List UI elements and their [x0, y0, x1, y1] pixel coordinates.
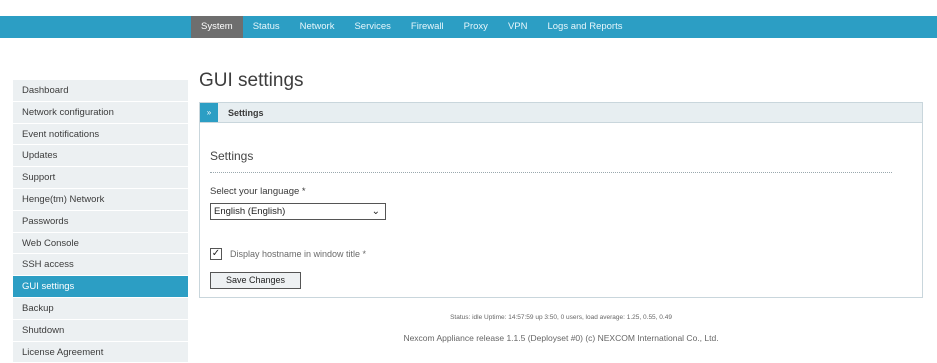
sidebar-item-event-notifications[interactable]: Event notifications [13, 123, 188, 146]
settings-panel: » Settings Settings Select your language… [199, 102, 923, 298]
status-line: Status: idle Uptime: 14:57:59 up 3:50, 0… [450, 314, 672, 321]
nav-tab-status[interactable]: Status [243, 16, 290, 38]
top-nav: System Status Network Services Firewall … [191, 16, 937, 38]
nav-tab-services[interactable]: Services [344, 16, 400, 38]
sidebar-item-dashboard[interactable]: Dashboard [13, 80, 188, 102]
top-menu-bar: System Status Network Services Firewall … [0, 16, 937, 38]
sidebar-item-shutdown[interactable]: Shutdown [13, 319, 188, 342]
sidebar: Dashboard Network configuration Event no… [13, 80, 188, 363]
sidebar-item-passwords[interactable]: Passwords [13, 210, 188, 233]
sidebar-item-ssh-access[interactable]: SSH access [13, 254, 188, 277]
panel-header-title: Settings [228, 107, 264, 118]
nav-tab-system[interactable]: System [191, 16, 243, 38]
sidebar-item-license-agreement[interactable]: License Agreement [13, 341, 188, 363]
language-select[interactable]: English (English) ⌄ [210, 203, 386, 220]
nav-tab-logs-and-reports[interactable]: Logs and Reports [537, 16, 632, 38]
nav-tab-vpn[interactable]: VPN [498, 16, 538, 38]
nav-tab-network[interactable]: Network [290, 16, 345, 38]
sidebar-item-network-configuration[interactable]: Network configuration [13, 101, 188, 124]
language-select-value: English (English) [214, 206, 286, 217]
nav-tab-proxy[interactable]: Proxy [454, 16, 498, 38]
save-changes-button[interactable]: Save Changes [210, 272, 301, 289]
panel-header: » Settings [200, 103, 922, 123]
section-title: Settings [210, 149, 254, 163]
hostname-checkbox[interactable]: ✓ [210, 248, 222, 260]
sidebar-item-henge-network[interactable]: Henge(tm) Network [13, 188, 188, 211]
section-divider [210, 172, 892, 173]
panel-collapse-toggle[interactable]: » [200, 103, 218, 122]
nav-tab-firewall[interactable]: Firewall [401, 16, 454, 38]
sidebar-item-backup[interactable]: Backup [13, 297, 188, 320]
sidebar-item-web-console[interactable]: Web Console [13, 232, 188, 255]
release-line: Nexcom Appliance release 1.1.5 (Deployse… [403, 333, 719, 343]
hostname-checkbox-label: Display hostname in window title * [230, 249, 367, 259]
sidebar-item-gui-settings[interactable]: GUI settings [13, 276, 188, 298]
chevron-down-icon: ⌄ [371, 206, 380, 217]
page-title: GUI settings [199, 70, 304, 91]
sidebar-item-support[interactable]: Support [13, 167, 188, 189]
language-label: Select your language * [210, 186, 306, 197]
checkmark-icon: ✓ [211, 248, 221, 259]
sidebar-item-updates[interactable]: Updates [13, 145, 188, 168]
